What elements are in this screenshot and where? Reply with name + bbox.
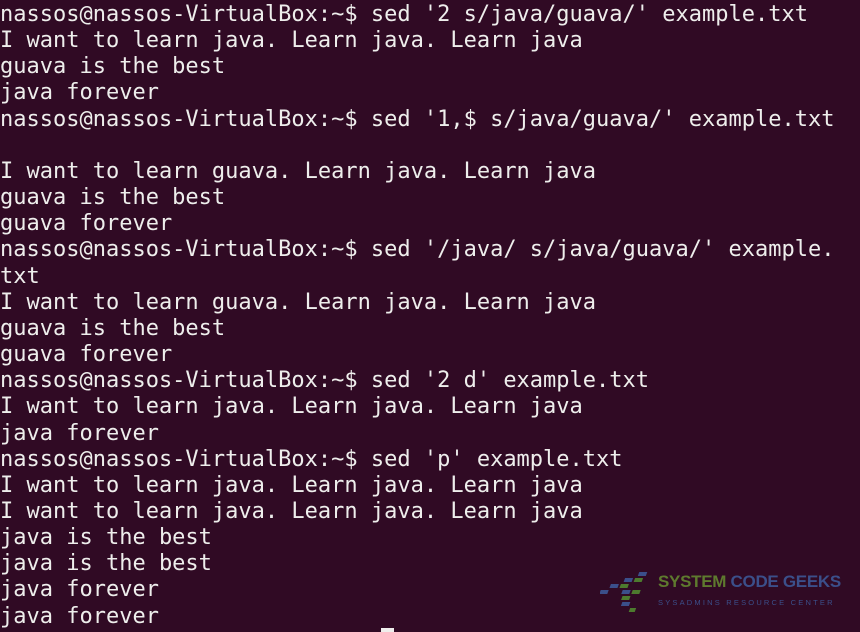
terminal-output-line: I want to learn java. Learn java. Learn … bbox=[0, 472, 583, 498]
terminal-output-line: guava is the best bbox=[0, 54, 226, 80]
terminal-output[interactable]: nassos@nassos-VirtualBox:~$ sed '2 s/jav… bbox=[0, 2, 860, 630]
logo-title-code-geeks: CODE GEEKS bbox=[730, 572, 842, 591]
terminal-output-line: guava forever bbox=[0, 342, 173, 368]
terminal-command-line: nassos@nassos-VirtualBox:~$ sed '2 d' ex… bbox=[0, 368, 650, 394]
terminal-command-line: nassos@nassos-VirtualBox:~$ sed '2 s/jav… bbox=[0, 2, 808, 27]
terminal-output-line: java forever bbox=[0, 80, 159, 106]
terminal-command-line: nassos@nassos-VirtualBox:~$ sed '1,$ s/j… bbox=[0, 106, 835, 132]
terminal-output-line: guava forever bbox=[0, 211, 173, 237]
terminal-output-line: txt bbox=[0, 263, 40, 289]
terminal-output-line: I want to learn java. Learn java. Learn … bbox=[0, 28, 583, 54]
logo-mosaic-icon bbox=[600, 572, 648, 612]
terminal-command-line: nassos@nassos-VirtualBox:~$ sed '/java/ … bbox=[0, 237, 835, 263]
terminal-command-line: nassos@nassos-VirtualBox:~$ sed 'p' exam… bbox=[0, 446, 623, 472]
terminal-output-line: guava is the best bbox=[0, 185, 226, 211]
terminal-output-line: I want to learn java. Learn java. Learn … bbox=[0, 498, 583, 524]
terminal-output-line: I want to learn java. Learn java. Learn … bbox=[0, 394, 583, 420]
logo-title: SYSTEM CODE GEEKS bbox=[658, 572, 848, 592]
terminal-output-line: java forever bbox=[0, 420, 159, 446]
logo-subtitle: SYSADMINS RESOURCE CENTER bbox=[658, 598, 835, 607]
terminal-output-line: java is the best bbox=[0, 525, 212, 551]
terminal-output-line: I want to learn guava. Learn java. Learn… bbox=[0, 289, 597, 315]
terminal-output-line: I want to learn guava. Learn java. Learn… bbox=[0, 158, 597, 184]
logo-title-system: SYSTEM bbox=[658, 572, 727, 591]
terminal-cursor bbox=[381, 628, 394, 632]
terminal-output-line: guava is the best bbox=[0, 315, 226, 341]
system-code-geeks-watermark: SYSTEM CODE GEEKS SYSADMINS RESOURCE CEN… bbox=[600, 570, 850, 615]
